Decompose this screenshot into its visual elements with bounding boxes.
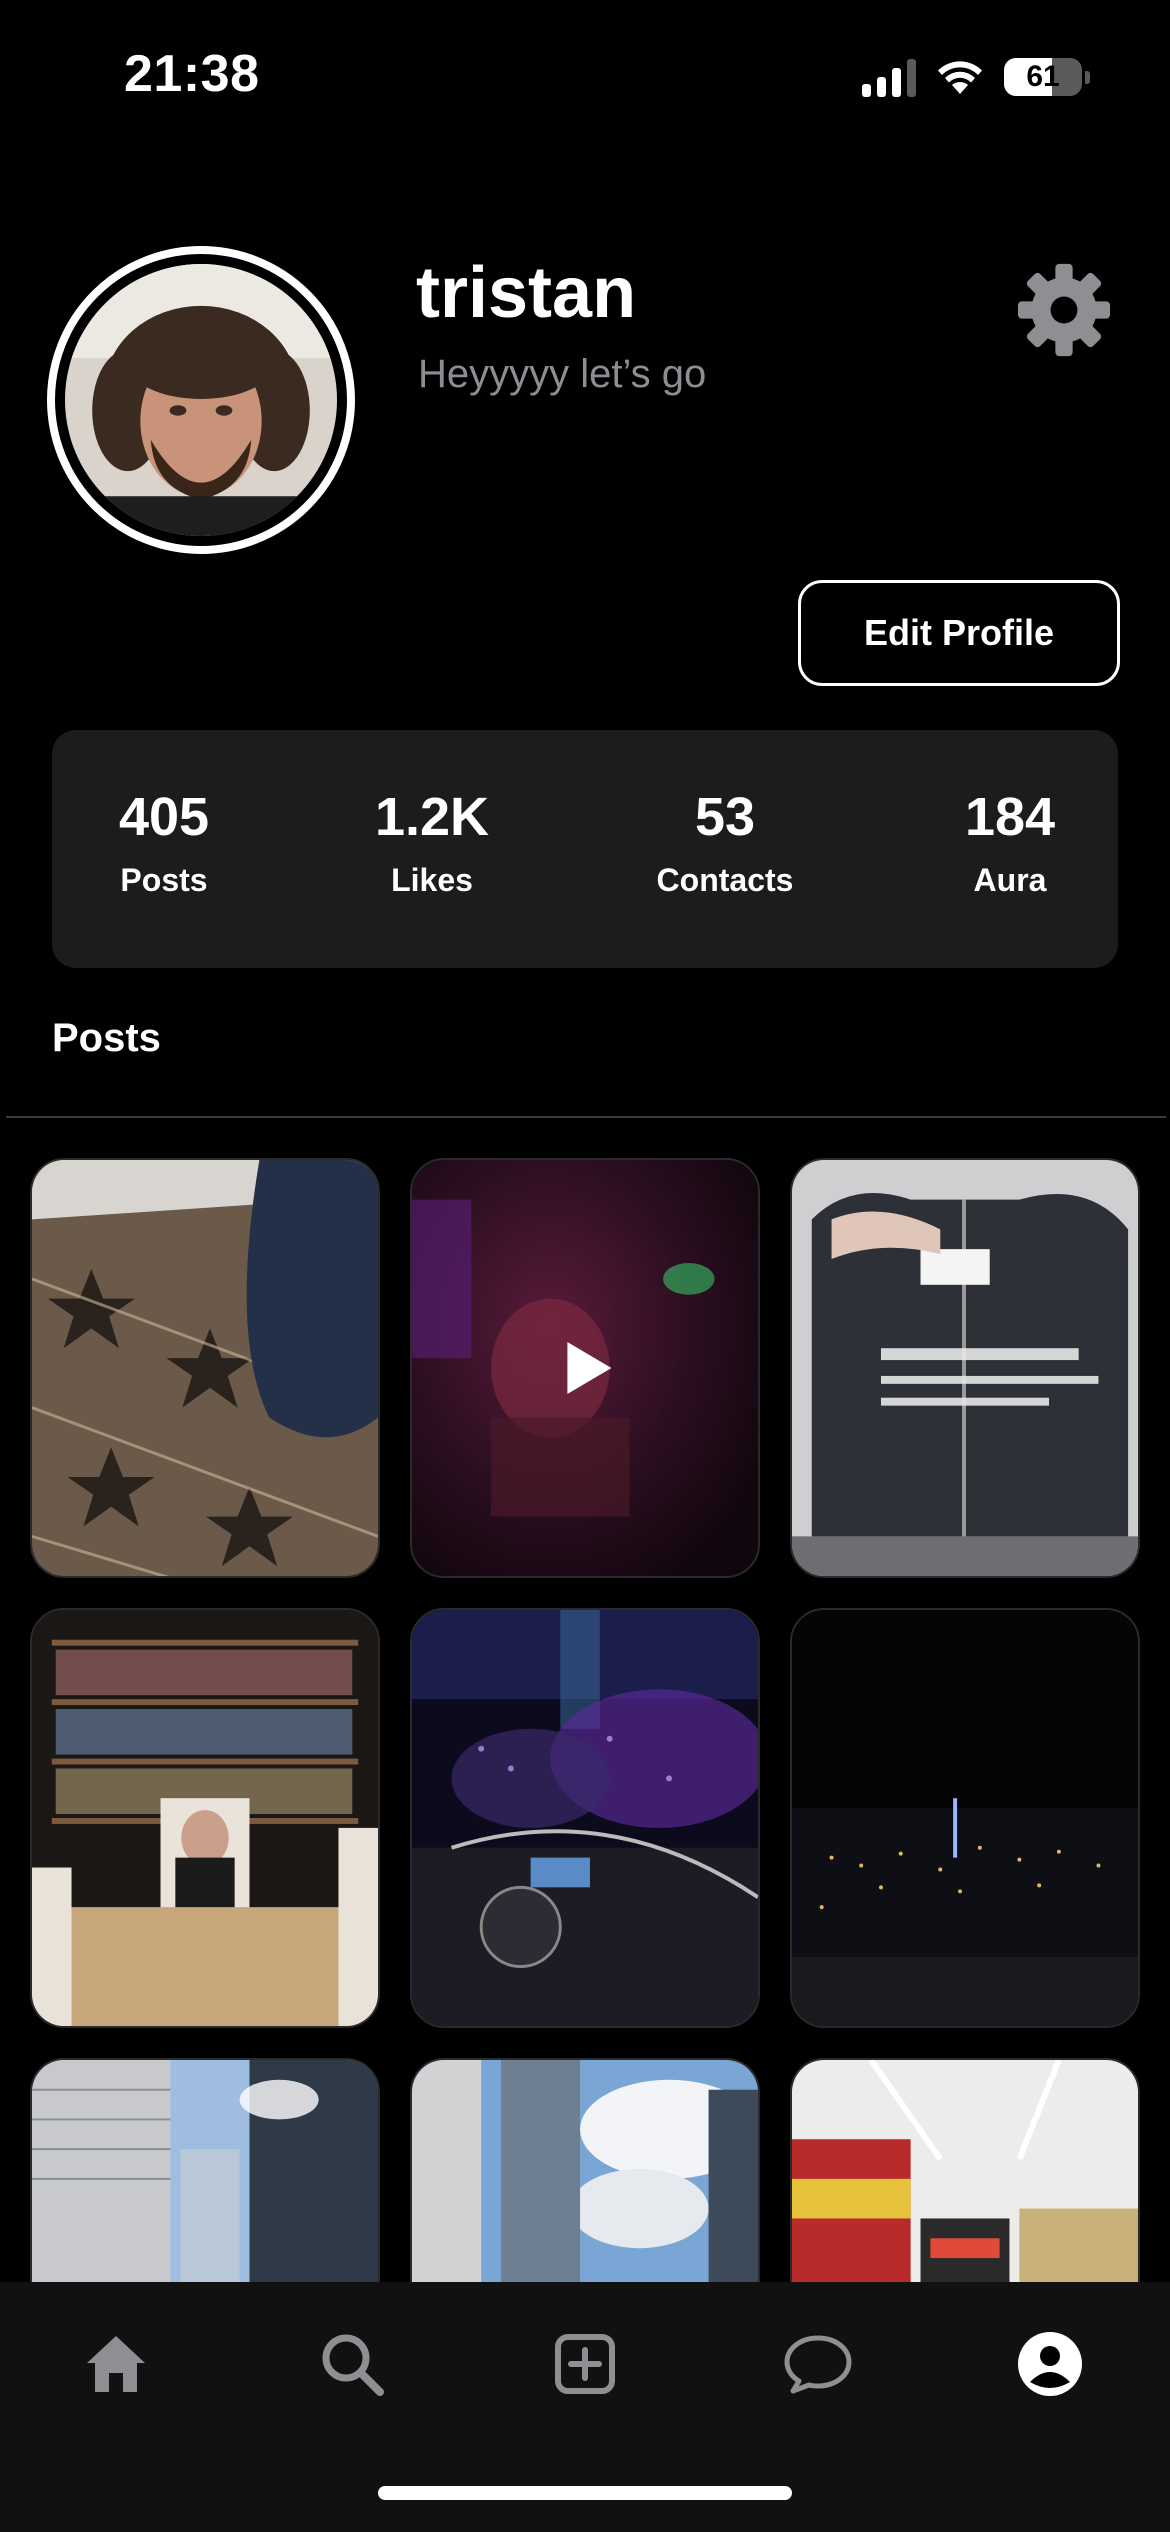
cellular-signal-icon [862,57,916,97]
stat-posts[interactable]: 405 Posts [119,790,209,899]
post-tile-library[interactable] [30,1608,380,2028]
post-tile-video-club[interactable] [410,1158,760,1578]
post-tile-store-aisle[interactable] [790,2058,1140,2282]
posts-grid-scroll[interactable] [0,1118,1170,2282]
profile-icon [1018,2332,1082,2396]
username: tristan [416,253,637,333]
plus-square-icon [555,2334,615,2394]
stat-value: 1.2K [374,787,490,847]
post-image [412,1610,758,2026]
post-image [412,2060,758,2282]
post-tile-tile-floor[interactable] [30,1158,380,1578]
post-tile-hoodie[interactable] [790,1158,1140,1578]
posts-grid [30,1158,1140,2282]
home-icon [87,2336,145,2392]
post-image [792,2060,1138,2282]
settings-button[interactable] [1016,262,1112,358]
post-tile-skyscrapers[interactable] [30,2058,380,2282]
chat-bubble-icon [784,2335,852,2394]
post-tile-dj-booth[interactable] [410,1608,760,2028]
stat-label: Aura [973,862,1047,898]
wifi-icon [938,61,982,94]
tab-messages[interactable] [778,2324,858,2404]
post-tile-tower-clouds[interactable] [410,2058,760,2282]
post-image [792,1610,1138,2026]
edit-profile-button[interactable]: Edit Profile [798,580,1120,686]
post-tile-night-skyline[interactable] [790,1608,1140,2028]
stat-label: Likes [391,862,473,898]
tab-home[interactable] [76,2324,156,2404]
post-image [32,2060,378,2282]
stat-aura[interactable]: 184 Aura [965,790,1055,899]
stat-label: Posts [120,862,208,898]
battery-icon: 61 [1004,58,1090,96]
status-bar: 21:38 61 [0,0,1170,150]
home-indicator[interactable] [378,2486,792,2500]
play-icon [567,1342,612,1394]
gear-icon [1017,263,1111,357]
stat-contacts[interactable]: 53 Contacts [657,790,794,899]
tab-search[interactable] [312,2324,392,2404]
avatar[interactable] [47,246,355,554]
stat-value: 184 [964,787,1056,847]
status-icons: 61 [862,52,1090,102]
stat-value: 53 [694,787,756,847]
tab-create-post[interactable] [545,2324,625,2404]
search-icon [322,2334,384,2396]
posts-section-title: Posts [52,1016,161,1060]
battery-percent: 61 [1026,60,1060,93]
stat-label: Contacts [656,862,794,898]
avatar-photo [65,264,337,536]
status-time: 21:38 [124,45,260,103]
tab-profile[interactable] [1010,2324,1090,2404]
stat-value: 405 [118,787,210,847]
stat-likes[interactable]: 1.2K Likes [375,790,489,899]
post-image [32,1610,378,2026]
post-image [792,1160,1138,1576]
post-image [32,1160,378,1576]
stats-card: 405 Posts 1.2K Likes 53 Contacts 184 Aur… [52,730,1118,968]
bio: Heyyyyy let’s go [418,352,707,396]
